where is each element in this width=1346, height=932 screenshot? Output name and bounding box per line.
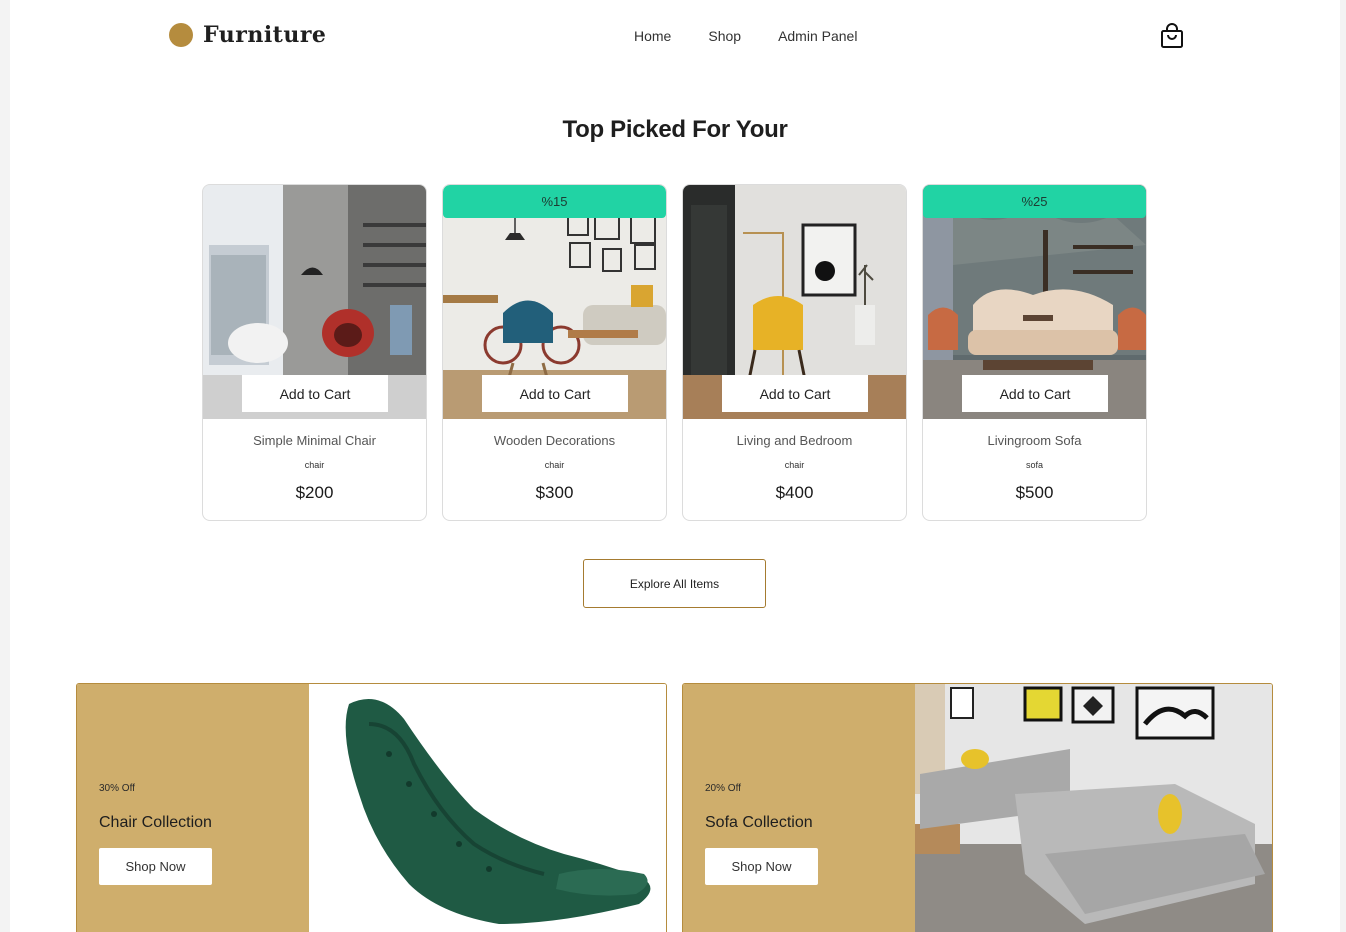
promo-banner-sofa: 20% Off Sofa Collection Shop Now (682, 683, 1273, 932)
product-category: chair (544, 460, 565, 470)
nav-admin-panel[interactable]: Admin Panel (778, 28, 857, 44)
promo-panel: 30% Off Chair Collection Shop Now (77, 684, 309, 932)
product-image[interactable]: Add to Cart (203, 185, 426, 419)
product-name[interactable]: Wooden Decorations (443, 433, 666, 448)
product-price: $300 (535, 483, 574, 502)
add-to-cart-button[interactable]: Add to Cart (482, 375, 628, 412)
product-card[interactable]: %25 Add to Cart Livingroom Sofa sofa $50… (922, 184, 1147, 521)
promo-discount: 20% Off (705, 783, 741, 794)
nav-shop[interactable]: Shop (708, 28, 741, 44)
explore-all-items-button[interactable]: Explore All Items (583, 559, 766, 608)
section-title: Top Picked For Your (562, 116, 788, 143)
product-price: $400 (775, 483, 814, 502)
product-image[interactable]: %25 Add to Cart (923, 185, 1146, 419)
product-name[interactable]: Simple Minimal Chair (203, 433, 426, 448)
nav-home[interactable]: Home (634, 28, 671, 44)
product-price: $500 (1015, 483, 1054, 502)
main-nav: Home Shop Admin Panel (634, 28, 857, 44)
product-name[interactable]: Livingroom Sofa (923, 433, 1146, 448)
product-image[interactable]: %15 Add to Cart (443, 185, 666, 419)
logo-dot-icon (169, 23, 193, 47)
promo-image-chair (309, 684, 666, 932)
discount-badge: %15 (443, 185, 666, 218)
page: Furniture Home Shop Admin Panel Top Pick… (10, 0, 1340, 932)
add-to-cart-button[interactable]: Add to Cart (242, 375, 388, 412)
add-to-cart-button[interactable]: Add to Cart (722, 375, 868, 412)
product-image[interactable]: Add to Cart (683, 185, 906, 419)
discount-badge: %25 (923, 185, 1146, 218)
product-category: chair (304, 460, 325, 470)
product-category: chair (784, 460, 805, 470)
shopping-bag-icon[interactable] (1160, 23, 1184, 49)
promo-panel: 20% Off Sofa Collection Shop Now (683, 684, 915, 932)
add-to-cart-button[interactable]: Add to Cart (962, 375, 1108, 412)
promo-title: Chair Collection (99, 814, 212, 831)
product-card[interactable]: Add to Cart Living and Bedroom chair $40… (682, 184, 907, 521)
logo[interactable]: Furniture (169, 22, 326, 48)
product-name[interactable]: Living and Bedroom (683, 433, 906, 448)
product-category: sofa (1025, 460, 1043, 470)
promo-image-sofa (915, 684, 1272, 932)
product-card[interactable]: Add to Cart Simple Minimal Chair chair $… (202, 184, 427, 521)
promo-title: Sofa Collection (705, 814, 813, 831)
shop-now-button[interactable]: Shop Now (99, 848, 212, 885)
promo-banner-chair: 30% Off Chair Collection Shop Now (76, 683, 667, 932)
promo-discount: 30% Off (99, 783, 135, 794)
product-card[interactable]: %15 Add to Cart Wooden Decorations chair… (442, 184, 667, 521)
product-price: $200 (295, 483, 334, 502)
shop-now-button[interactable]: Shop Now (705, 848, 818, 885)
logo-text: Furniture (203, 22, 327, 48)
